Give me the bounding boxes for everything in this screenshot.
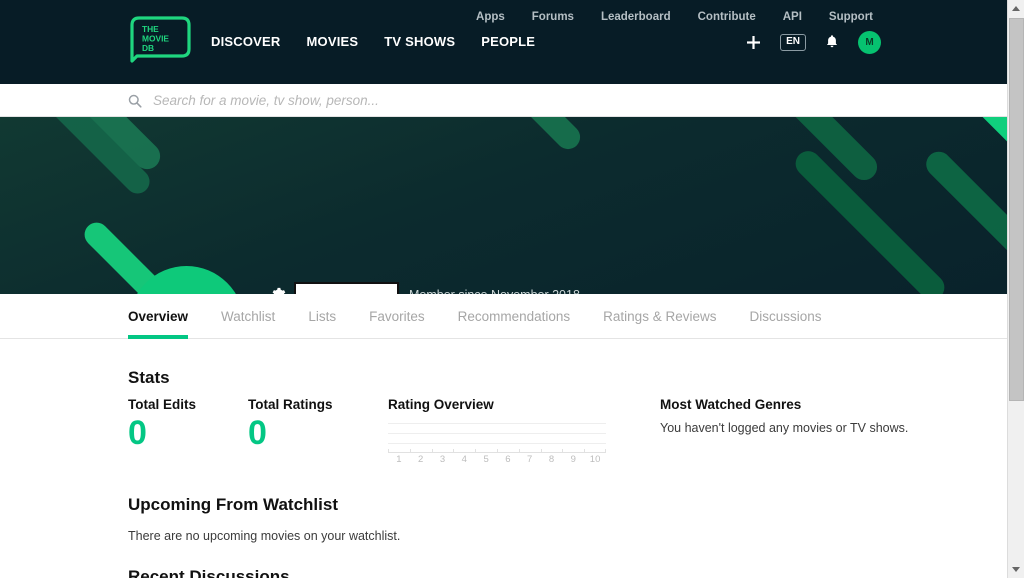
tmdb-logo[interactable]: THE MOVIE DB [128,14,193,64]
total-edits-value: 0 [128,414,196,452]
stat-total-edits: Total Edits 0 [128,397,196,452]
chart-x-label: 4 [462,454,467,465]
chart-tick [541,449,542,453]
chart-tick [584,449,585,453]
search-input[interactable] [153,93,908,108]
tab-lists[interactable]: Lists [308,294,336,339]
page-scrollbar[interactable] [1007,0,1024,578]
scrollbar-thumb[interactable] [1009,18,1024,401]
language-button[interactable]: EN [780,34,806,51]
nav-item-tv-shows[interactable]: TV SHOWS [384,34,455,49]
tab-discussions[interactable]: Discussions [749,294,821,339]
total-edits-label: Total Edits [128,397,196,412]
chart-tick [410,449,411,453]
genres-empty-message: You haven't logged any movies or TV show… [660,421,960,435]
rating-overview-title: Rating Overview [388,397,606,412]
chart-x-label: 6 [505,454,510,465]
profile-avatar[interactable]: M [129,266,244,294]
rating-overview-plot: 1 2 3 4 5 6 7 8 9 10 [388,423,606,467]
username-redacted [294,282,399,294]
chart-x-label: 1 [396,454,401,465]
scroll-up-arrow-icon[interactable] [1008,0,1024,17]
profile-tabs: Overview Watchlist Lists Favorites Recom… [0,294,1007,339]
nav-item-people[interactable]: PEOPLE [481,34,535,49]
nav-item-discover[interactable]: DISCOVER [211,34,281,49]
stats-heading: Stats [128,368,170,388]
tab-ratings-reviews[interactable]: Ratings & Reviews [603,294,716,339]
most-watched-genres: Most Watched Genres You haven't logged a… [660,397,960,435]
chart-x-label: 9 [571,454,576,465]
tab-recommendations[interactable]: Recommendations [458,294,571,339]
utility-nav-item-apps[interactable]: Apps [476,11,505,23]
chart-tick [453,449,454,453]
header-actions: EN M [746,31,881,54]
chart-x-label: 7 [527,454,532,465]
chart-tick [519,449,520,453]
site-header: Apps Forums Leaderboard Contribute API S… [0,0,1007,84]
total-ratings-label: Total Ratings [248,397,333,412]
recent-discussions-heading: Recent Discussions [128,567,290,578]
bell-icon [825,34,839,49]
utility-nav: Apps Forums Leaderboard Contribute API S… [476,11,873,23]
main-nav: DISCOVER MOVIES TV SHOWS PEOPLE [211,34,535,49]
user-avatar-small[interactable]: M [858,31,881,54]
upcoming-empty-message: There are no upcoming movies on your wat… [128,529,400,543]
notifications-bell-icon[interactable] [825,34,839,52]
chart-x-tick-labels: 1 2 3 4 5 6 7 8 9 10 [388,454,606,467]
search-icon [128,94,142,108]
utility-nav-item-leaderboard[interactable]: Leaderboard [601,11,671,23]
overview-content: Stats Total Edits 0 Total Ratings 0 Rati… [0,339,1007,578]
total-ratings-value: 0 [248,414,333,452]
chart-tick [432,449,433,453]
chart-x-label: 3 [440,454,445,465]
scroll-down-arrow-icon[interactable] [1008,561,1024,578]
chart-x-label: 5 [483,454,488,465]
rating-overview-chart: Rating Overview 1 2 3 4 5 6 7 8 9 10 [388,397,606,467]
chart-tick [605,449,606,453]
nav-item-movies[interactable]: MOVIES [307,34,359,49]
chart-tick [497,449,498,453]
profile-hero: M Member since November 2018 0% [0,117,1007,294]
search-bar [0,84,1007,117]
chart-x-label: 8 [549,454,554,465]
chart-tick [475,449,476,453]
tmdb-logo-icon: THE MOVIE DB [128,14,193,64]
svg-text:MOVIE: MOVIE [142,34,169,44]
svg-text:DB: DB [142,43,154,53]
chart-gridline [388,433,606,434]
page-root: Apps Forums Leaderboard Contribute API S… [0,0,1024,578]
tab-overview[interactable]: Overview [128,294,188,339]
add-icon[interactable] [746,34,761,52]
chart-x-label: 10 [590,454,601,465]
utility-nav-item-api[interactable]: API [783,11,802,23]
member-since-label: Member since November 2018 [409,288,580,295]
gear-icon[interactable] [269,286,286,294]
chart-gridline [388,443,606,444]
chart-tick [388,449,389,453]
plus-icon [746,35,761,50]
utility-nav-item-forums[interactable]: Forums [532,11,574,23]
chart-gridline [388,423,606,424]
tab-favorites[interactable]: Favorites [369,294,425,339]
genres-heading: Most Watched Genres [660,397,960,412]
stat-total-ratings: Total Ratings 0 [248,397,333,452]
upcoming-from-watchlist: Upcoming From Watchlist There are no upc… [128,495,400,543]
svg-text:THE: THE [142,24,159,34]
upcoming-heading: Upcoming From Watchlist [128,495,400,515]
profile-identity: Member since November 2018 [269,282,580,294]
chart-x-label: 2 [418,454,423,465]
utility-nav-item-contribute[interactable]: Contribute [698,11,756,23]
utility-nav-item-support[interactable]: Support [829,11,873,23]
tab-watchlist[interactable]: Watchlist [221,294,275,339]
chart-tick [562,449,563,453]
